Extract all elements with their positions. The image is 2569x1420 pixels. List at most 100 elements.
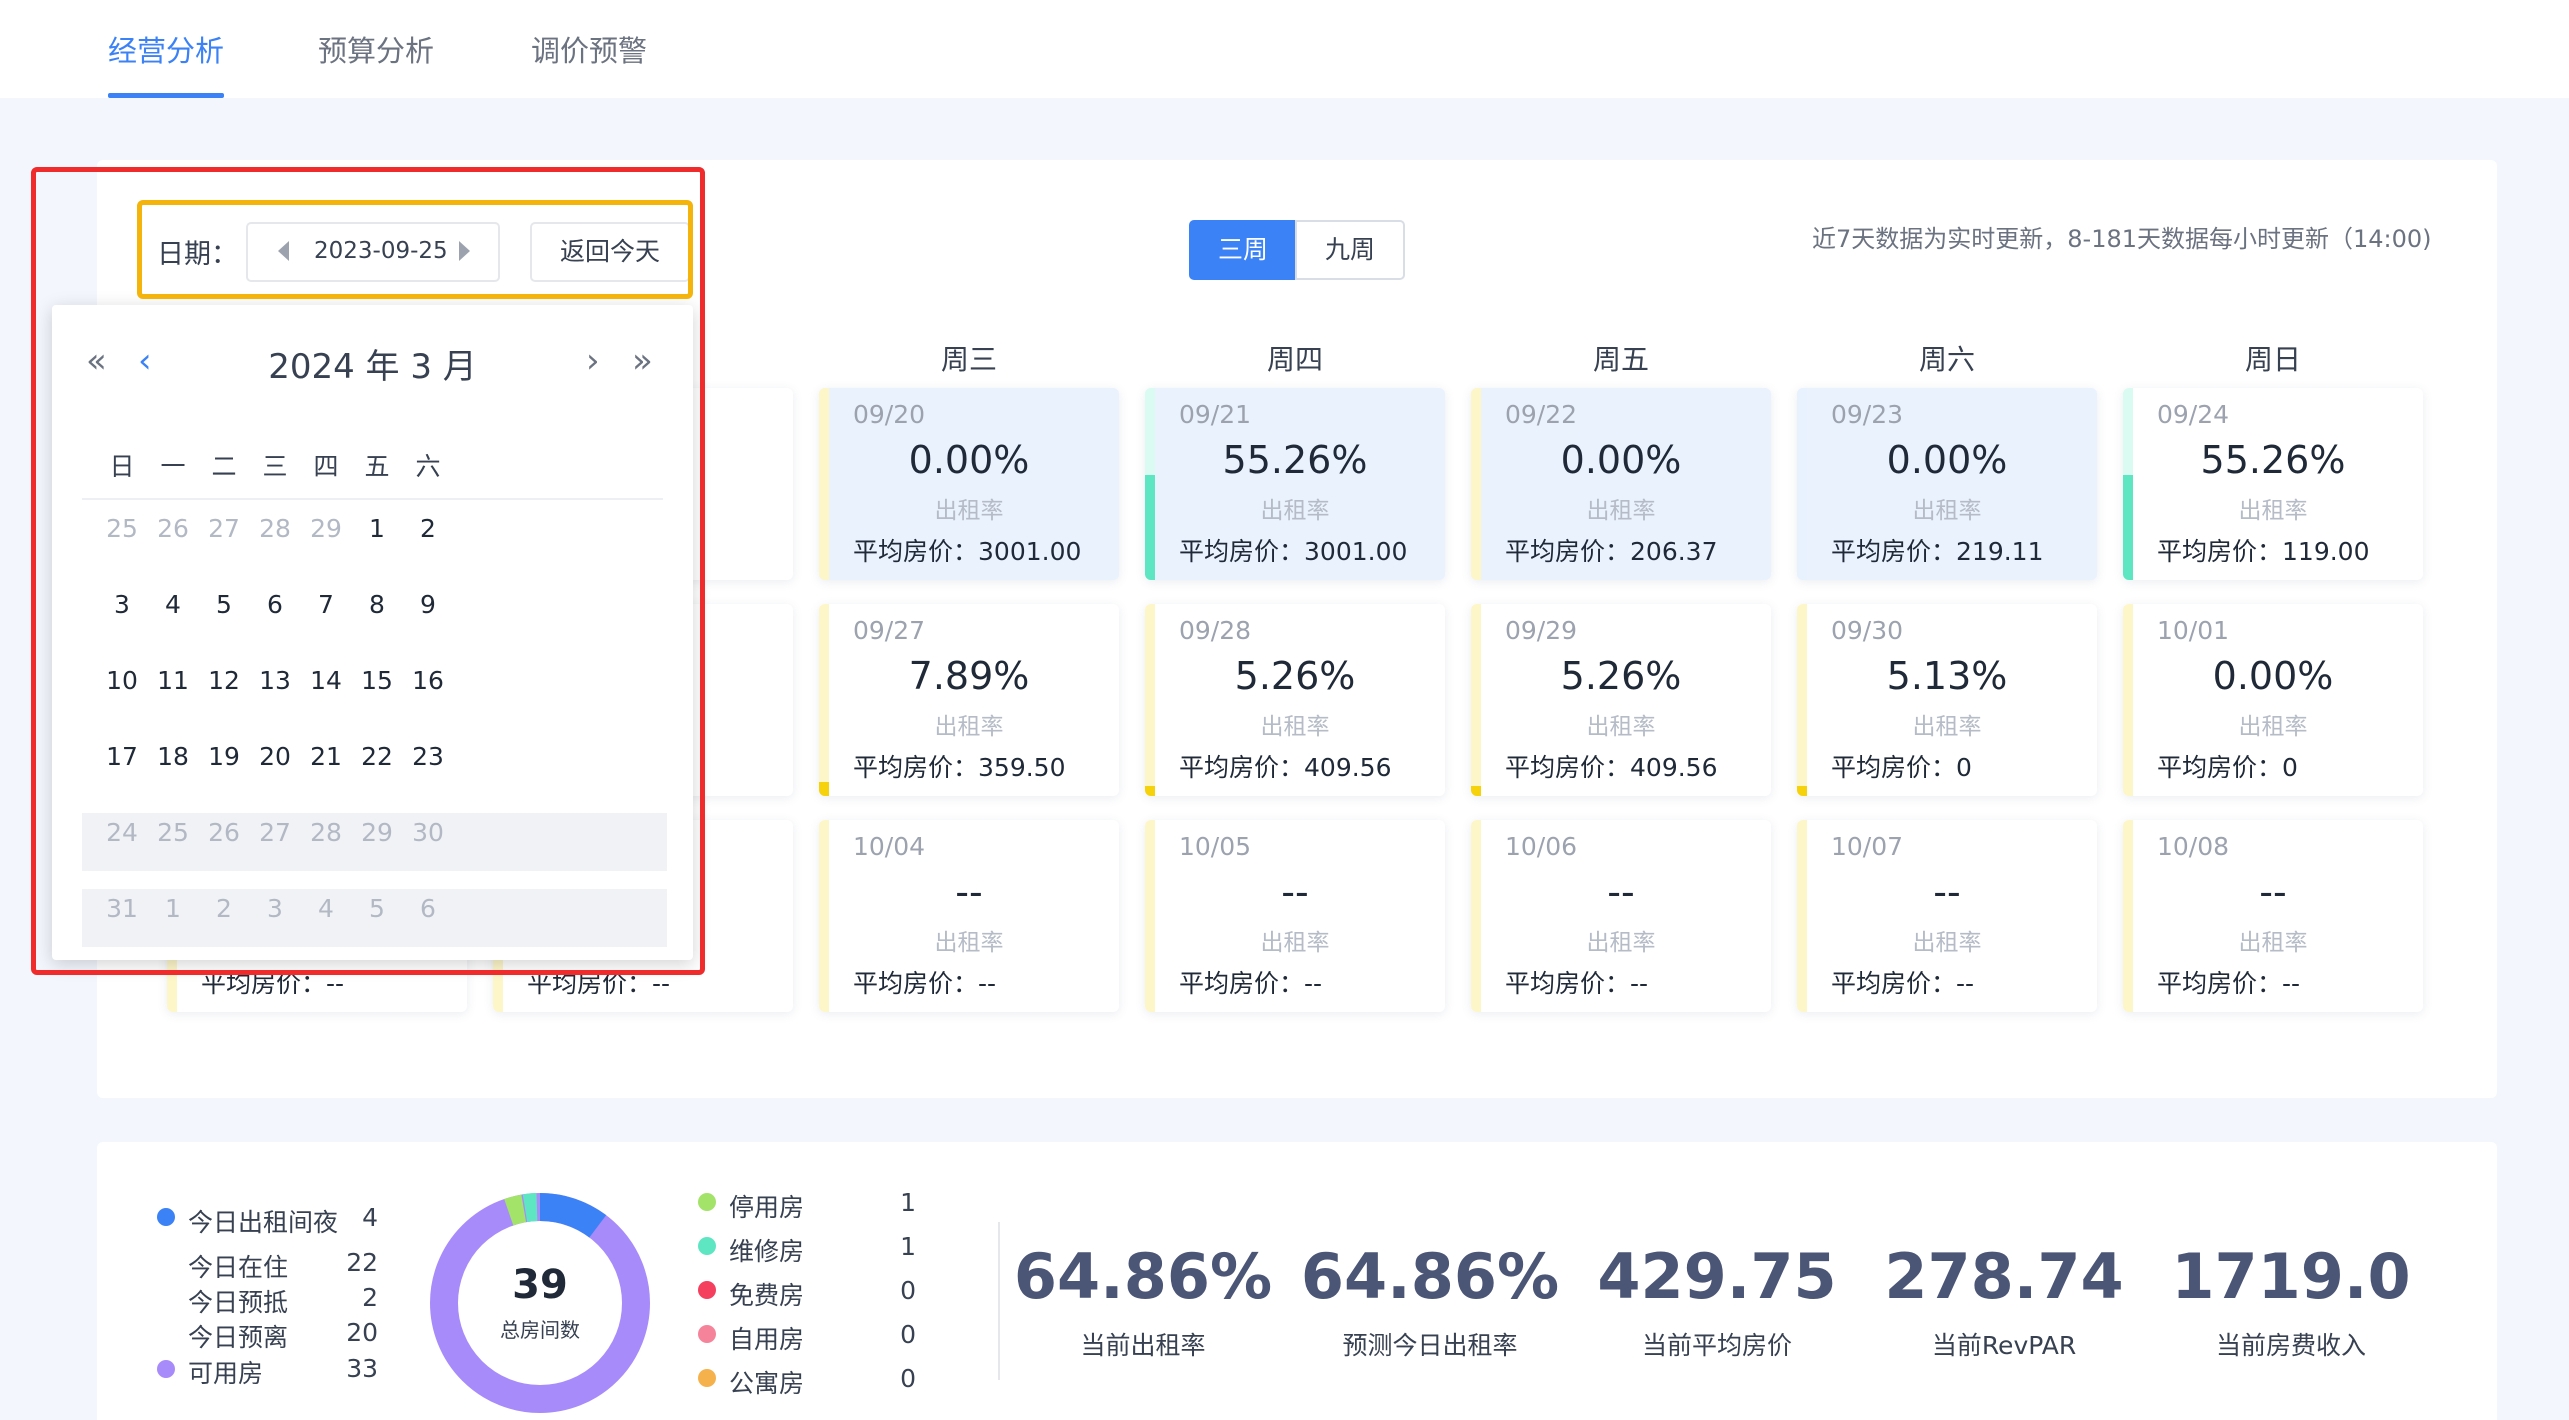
card-price-prefix: 平均房价： [2157, 537, 2283, 566]
card-rate-label: 出租率 [1260, 714, 1330, 740]
day-card[interactable]: 10/08 -- 出租率 平均房价：-- [2123, 820, 2423, 1012]
card-occupancy-fill [1471, 786, 1481, 796]
summary-value: 20 [346, 1318, 378, 1347]
card-strip [1145, 820, 1155, 1012]
card-date: 09/23 [1831, 400, 1904, 429]
card-strip [819, 820, 829, 1012]
card-rate-label: 出租率 [1912, 930, 1982, 956]
occupied-dot-icon [157, 1208, 175, 1226]
top-tab-bar: 经营分析 预算分析 调价预警 [0, 0, 2569, 98]
card-price: 平均房价：219.11 [1831, 532, 2044, 568]
free-room-dot-icon [698, 1281, 716, 1299]
day-card[interactable]: 09/29 5.26% 出租率 平均房价：409.56 [1471, 604, 1771, 796]
card-price-value: 0 [1956, 753, 1972, 782]
maintenance-room-dot-icon [698, 1237, 716, 1255]
card-price: 平均房价：3001.00 [853, 532, 1081, 568]
day-card[interactable]: 09/27 7.89% 出租率 平均房价：359.50 [819, 604, 1119, 796]
card-price: 平均房价：409.56 [1505, 748, 1718, 784]
card-price: 平均房价：-- [1179, 964, 1322, 1000]
card-price-value: -- [978, 969, 997, 998]
room-type-label: 免费房 [729, 1281, 805, 1310]
card-price-prefix: 平均房价： [2157, 969, 2283, 998]
card-price-prefix: 平均房价： [1179, 537, 1305, 566]
day-card[interactable]: 09/23 0.00% 出租率 平均房价：219.11 [1797, 388, 2097, 580]
card-rate-label: 出租率 [1912, 714, 1982, 740]
day-card[interactable]: 10/04 -- 出租率 平均房价：-- [819, 820, 1119, 1012]
summary-value: 33 [346, 1354, 378, 1383]
card-date: 09/24 [2157, 400, 2230, 429]
card-occupancy-fill [819, 782, 829, 796]
card-price: 平均房价：3001.00 [1179, 532, 1407, 568]
card-rate: -- [1607, 870, 1635, 914]
available-dot-icon [157, 1360, 175, 1378]
day-card[interactable]: 09/21 55.26% 出租率 平均房价：3001.00 [1145, 388, 1445, 580]
self-use-room-dot-icon [698, 1325, 716, 1343]
card-price-prefix: 平均房价： [853, 537, 979, 566]
card-rate: 0.00% [908, 438, 1030, 482]
card-price-prefix: 平均房价： [853, 753, 979, 782]
summary-label: 今日预抵 [188, 1288, 289, 1317]
card-date: 10/01 [2157, 616, 2230, 645]
card-strip [1797, 388, 1807, 580]
card-rate-label: 出租率 [934, 714, 1004, 740]
summary-divider [998, 1222, 1000, 1380]
card-price-value: -- [1630, 969, 1649, 998]
card-price-prefix: 平均房价： [1179, 753, 1305, 782]
card-occupancy-fill [1797, 786, 1807, 796]
tab-price-alert[interactable]: 调价预警 [531, 28, 647, 98]
room-type-label: 自用房 [729, 1325, 805, 1354]
card-price-prefix: 平均房价： [1831, 537, 1957, 566]
weekday-header: 周五 [1592, 343, 1649, 376]
day-card[interactable]: 10/06 -- 出租率 平均房价：-- [1471, 820, 1771, 1012]
tab-business-analysis[interactable]: 经营分析 [108, 28, 225, 98]
kpi-label: 当前出租率 [1080, 1331, 1206, 1360]
kpi-value: 429.75 [1597, 1240, 1837, 1313]
three-weeks-button[interactable]: 三周 [1189, 220, 1297, 280]
card-strip [819, 388, 829, 580]
card-rate-label: 出租率 [2238, 498, 2308, 524]
card-rate: -- [2259, 870, 2287, 914]
day-card[interactable]: 10/01 0.00% 出租率 平均房价：0 [2123, 604, 2423, 796]
kpi-label: 当前房费收入 [2215, 1331, 2366, 1360]
day-card[interactable]: 09/24 55.26% 出租率 平均房价：119.00 [2123, 388, 2423, 580]
card-price-value: -- [2282, 969, 2301, 998]
summary-value: 22 [346, 1248, 378, 1277]
kpi-value: 64.86% [1013, 1240, 1273, 1313]
card-price-prefix: 平均房价： [2157, 753, 2283, 782]
card-date: 09/30 [1831, 616, 1904, 645]
day-card[interactable]: 09/22 0.00% 出租率 平均房价：206.37 [1471, 388, 1771, 580]
summary-value: 2 [362, 1283, 378, 1312]
card-strip [1471, 820, 1481, 1012]
room-type-value: 1 [900, 1232, 916, 1261]
card-price-value: 206.37 [1630, 537, 1718, 566]
card-price: 平均房价：409.56 [1179, 748, 1392, 784]
card-date: 09/20 [853, 400, 926, 429]
card-price-prefix: 平均房价： [1505, 753, 1631, 782]
card-price: 平均房价：119.00 [2157, 532, 2370, 568]
room-type-value: 1 [900, 1188, 916, 1217]
kpi-value: 1719.0 [2171, 1240, 2411, 1313]
card-price-prefix: 平均房价： [1505, 969, 1631, 998]
card-rate-label: 出租率 [1586, 714, 1656, 740]
tab-budget-analysis[interactable]: 预算分析 [318, 28, 434, 98]
card-rate: -- [955, 870, 983, 914]
weekday-header: 周日 [2244, 343, 2301, 376]
card-rate: 0.00% [1560, 438, 1682, 482]
card-price: 平均房价：-- [1505, 964, 1648, 1000]
card-occupancy-fill [1145, 786, 1155, 796]
summary-label: 今日在住 [188, 1253, 289, 1282]
day-card[interactable]: 09/28 5.26% 出租率 平均房价：409.56 [1145, 604, 1445, 796]
day-card[interactable]: 10/07 -- 出租率 平均房价：-- [1797, 820, 2097, 1012]
day-card[interactable]: 10/05 -- 出租率 平均房价：-- [1145, 820, 1445, 1012]
day-card[interactable]: 09/30 5.13% 出租率 平均房价：0 [1797, 604, 2097, 796]
card-price-value: 409.56 [1304, 753, 1392, 782]
card-strip [1797, 820, 1807, 1012]
nine-weeks-button[interactable]: 九周 [1295, 220, 1405, 280]
card-strip [2123, 820, 2133, 1012]
card-rate-label: 出租率 [1260, 498, 1330, 524]
update-note: 近7天数据为实时更新，8-181天数据每小时更新（14:00) [1812, 225, 2432, 253]
room-type-value: 0 [900, 1320, 916, 1349]
card-price-value: -- [1956, 969, 1975, 998]
kpi-label: 当前平均房价 [1641, 1331, 1792, 1360]
day-card[interactable]: 09/20 0.00% 出租率 平均房价：3001.00 [819, 388, 1119, 580]
